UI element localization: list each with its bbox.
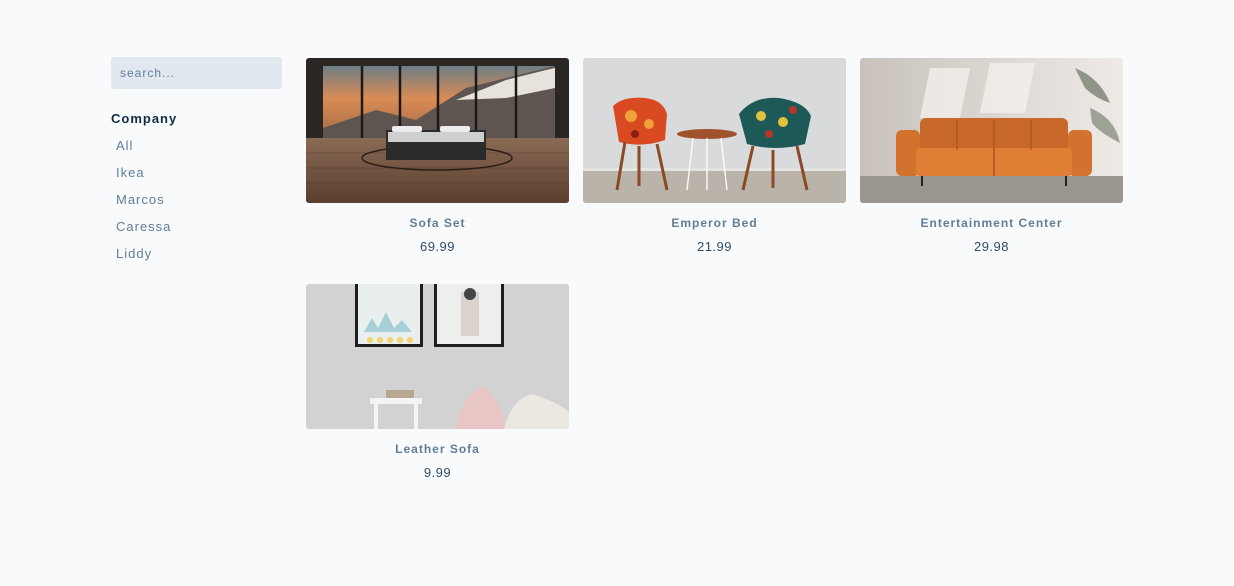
product-price: 21.99 [696,239,733,254]
company-filter-caressa[interactable]: Caressa [111,213,171,240]
company-filter-all[interactable]: All [111,132,133,159]
product-name: Leather Sofa [395,442,480,456]
product-name: Sofa Set [409,216,466,230]
products-grid: Sofa Set 69.99 Emperor Bed 21.99 Enterta… [306,58,1123,489]
company-filter-liddy[interactable]: Liddy [111,240,152,267]
company-filter-marcos[interactable]: Marcos [111,186,165,213]
product-name: Emperor Bed [671,216,758,230]
store-page: Company All Ikea Marcos Caressa Liddy [0,0,1234,586]
product-price: 29.98 [973,239,1010,254]
filters-sidebar: Company All Ikea Marcos Caressa Liddy [111,57,282,267]
company-heading: Company [111,111,178,126]
product-price: 69.99 [419,239,456,254]
product-card[interactable]: Leather Sofa 9.99 [306,284,569,489]
company-list: All Ikea Marcos Caressa Liddy [111,132,282,267]
product-card[interactable]: Emperor Bed 21.99 [583,58,846,263]
search-input[interactable] [111,57,282,89]
product-card[interactable]: Sofa Set 69.99 [306,58,569,263]
product-price: 9.99 [423,465,452,480]
company-filter-ikea[interactable]: Ikea [111,159,145,186]
product-image-bed-room[interactable] [306,58,569,203]
product-card[interactable]: Entertainment Center 29.98 [860,58,1123,263]
product-image-chairs[interactable] [583,58,846,203]
product-name: Entertainment Center [920,216,1063,230]
product-image-framed-pictures[interactable] [306,284,569,429]
product-image-orange-sofa[interactable] [860,58,1123,203]
